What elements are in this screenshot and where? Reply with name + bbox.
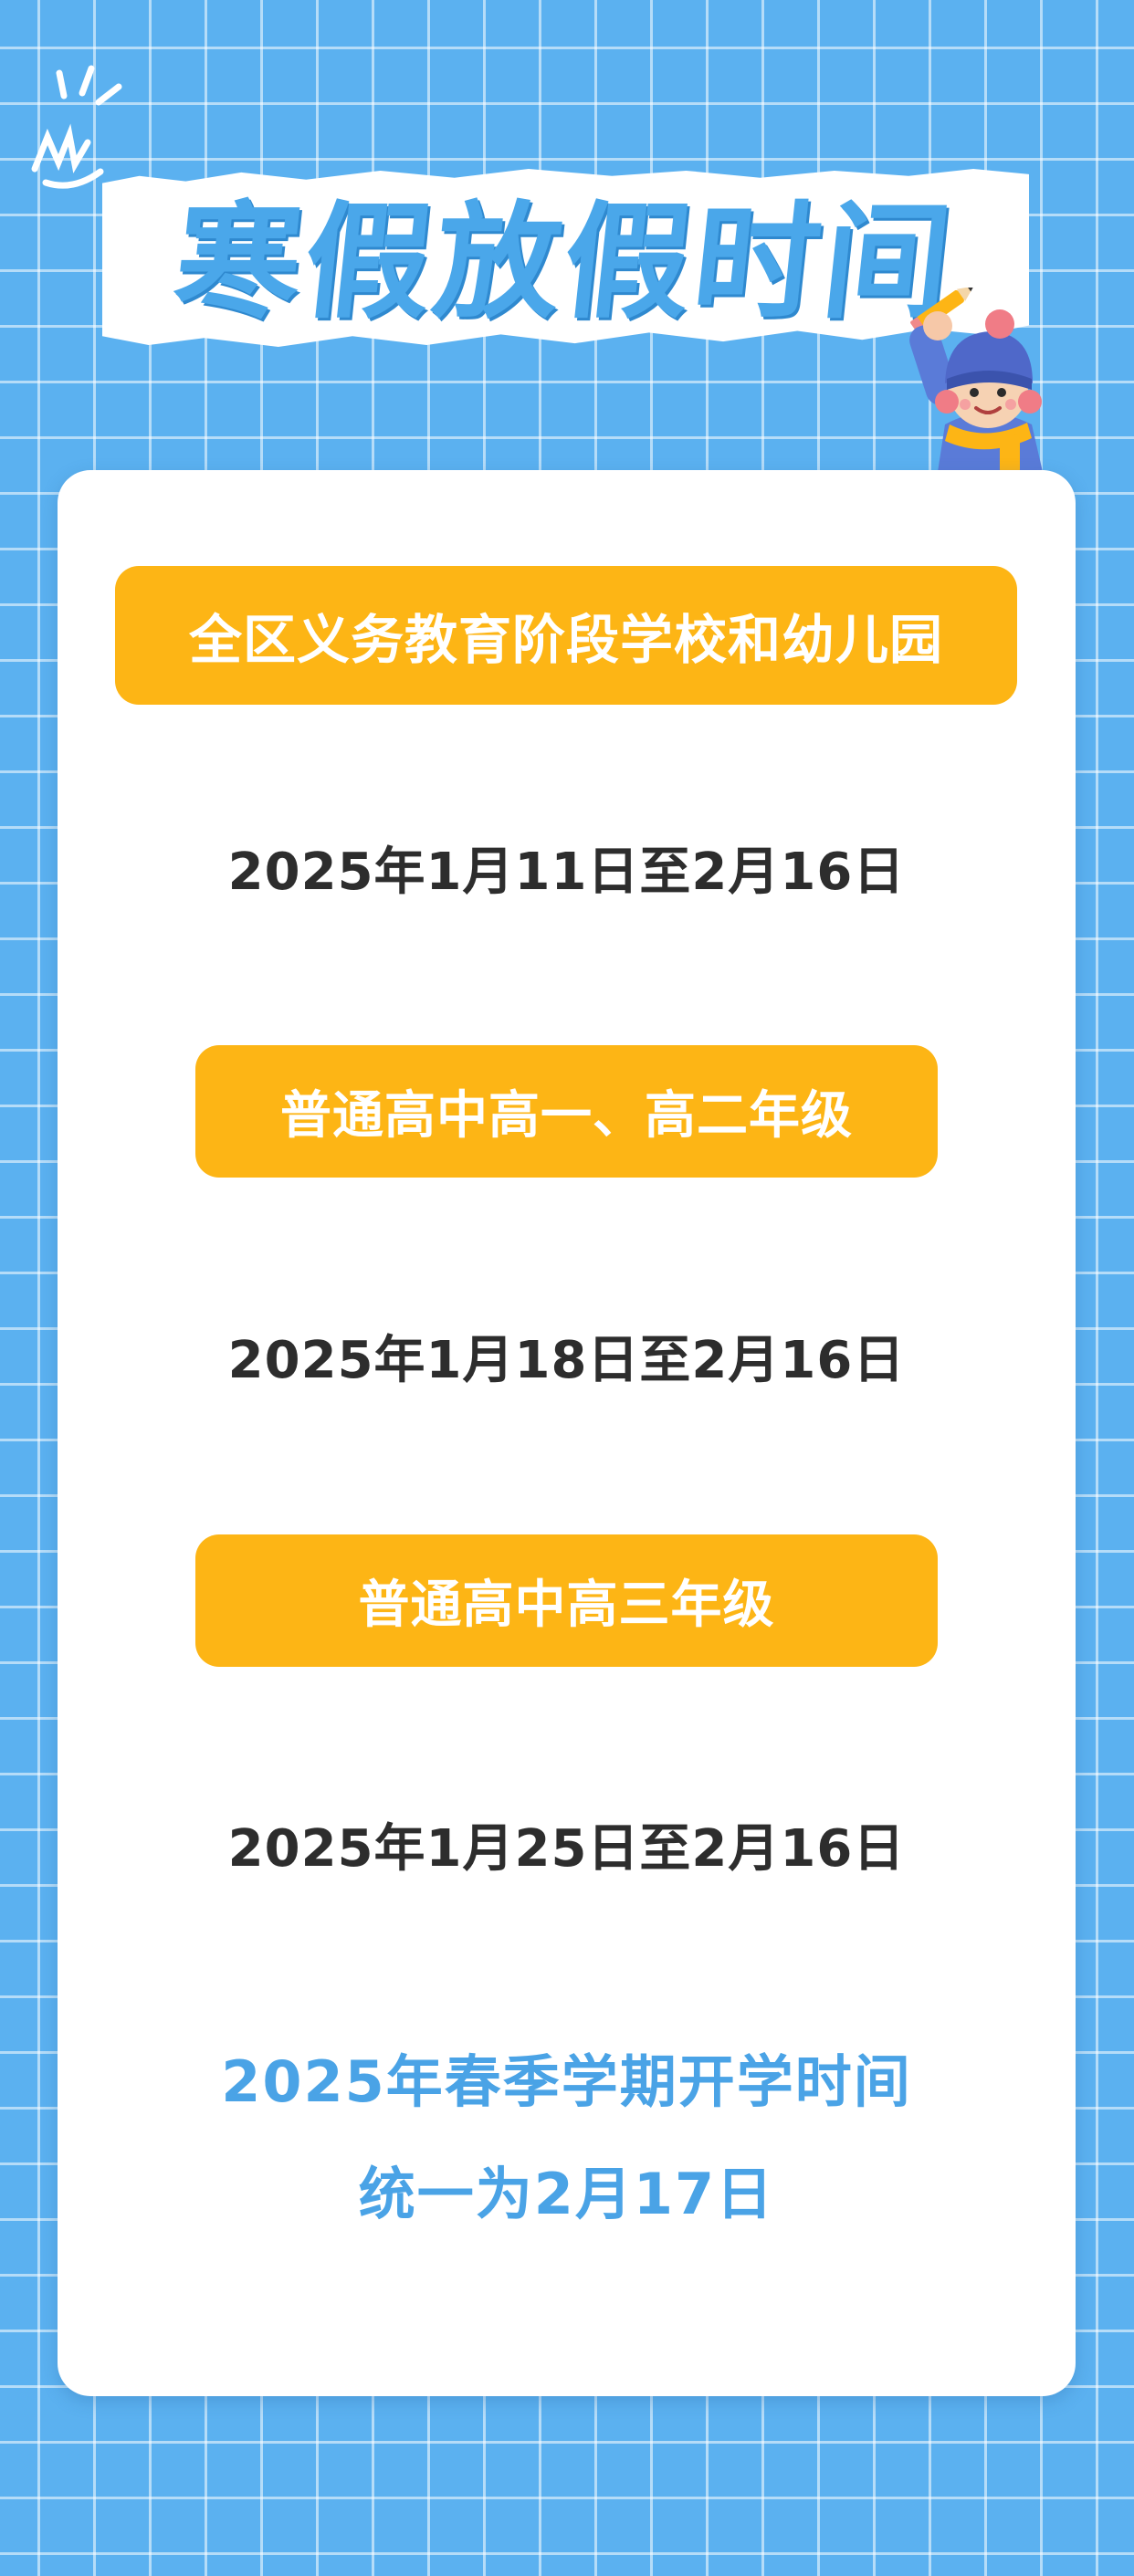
kid-illustration: [909, 288, 1045, 484]
page-title: 寒假放假时间: [167, 189, 961, 336]
schedule-dates-3: 2025年1月25日至2月16日: [227, 1819, 906, 1879]
spring-term-note-line2: 统一为2月17日: [358, 2161, 775, 2227]
schedule-card: 全区义务教育阶段学校和幼儿园 2025年1月11日至2月16日 普通高中高一、高…: [58, 470, 1076, 2396]
schedule-label-2: 普通高中高一、高二年级: [195, 1045, 938, 1178]
schedule-dates-2: 2025年1月18日至2月16日: [227, 1331, 906, 1390]
spring-term-note-line1: 2025年春季学期开学时间: [221, 2048, 912, 2115]
schedule-label-1: 全区义务教育阶段学校和幼儿园: [115, 566, 1017, 705]
schedule-label-3: 普通高中高三年级: [195, 1534, 938, 1667]
schedule-dates-1: 2025年1月11日至2月16日: [227, 843, 906, 902]
